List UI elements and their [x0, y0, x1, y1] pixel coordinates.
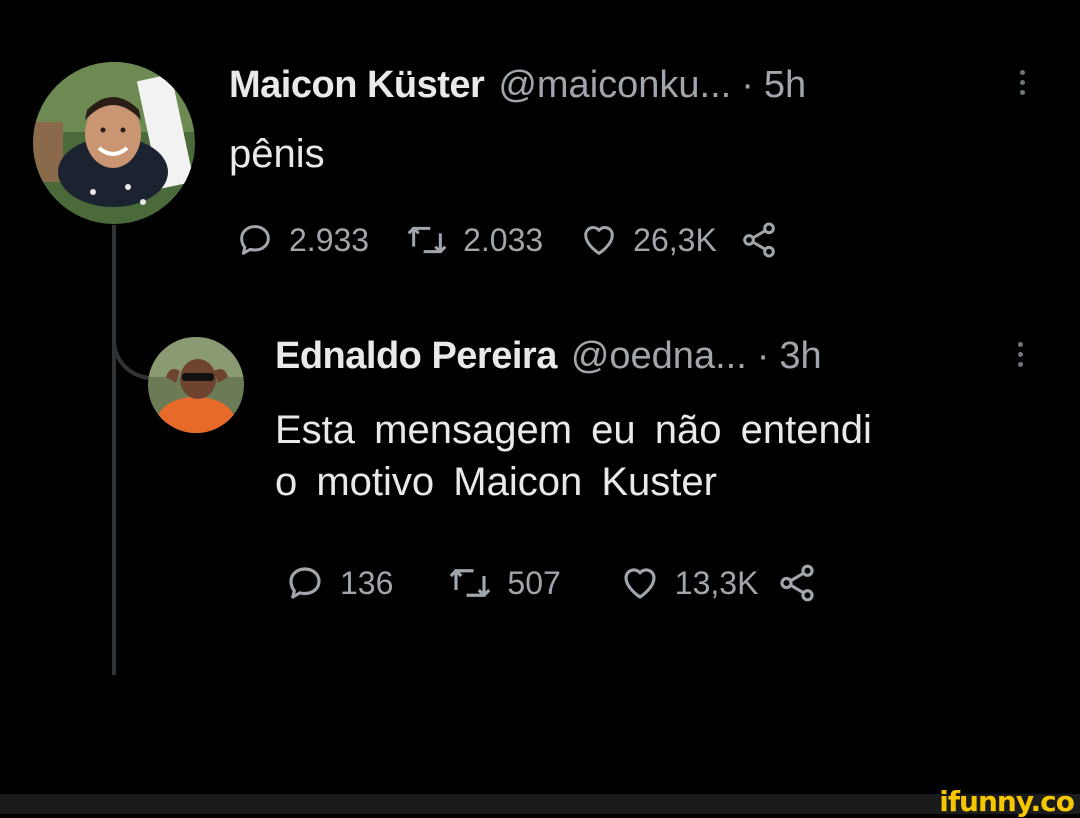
reply-text-line: Esta mensagem eu não entendi: [275, 408, 872, 452]
share-icon: [780, 564, 815, 602]
retweet-count: 2.033: [463, 221, 544, 258]
heart-icon: [584, 226, 614, 255]
heart-icon: [624, 568, 656, 599]
tweet-actions: 2.933 2.033 26,3K: [235, 220, 779, 260]
author-avatar[interactable]: [33, 62, 195, 224]
tweet-text: pênis: [229, 132, 325, 176]
share-icon: [742, 222, 775, 258]
tweet-timestamp[interactable]: 5h: [764, 64, 806, 107]
reply-icon: [289, 567, 321, 599]
reply-like-count: 13,3K: [674, 564, 759, 601]
reply-retweet-button[interactable]: 507: [447, 562, 561, 604]
tweet-thread: Maicon Küster @maiconku... · 5h pênis 2.…: [0, 0, 1080, 794]
ifunny-watermark: ifunny.co: [939, 785, 1075, 818]
reply-icon: [240, 225, 270, 255]
watermark-bar: [0, 794, 1080, 814]
reply-timestamp[interactable]: 3h: [779, 335, 821, 378]
retweet-button[interactable]: 2.033: [405, 220, 543, 260]
like-count: 26,3K: [633, 221, 717, 258]
reply-reply-count: 136: [340, 564, 394, 601]
thread-connector-curve: [112, 300, 152, 380]
reply-count: 2.933: [289, 221, 370, 258]
reply-more-options-icon[interactable]: [1018, 342, 1024, 367]
reply-retweet-count: 507: [507, 564, 561, 601]
share-button[interactable]: [739, 220, 779, 260]
reply-actions: 136 507 13,3K: [284, 562, 818, 604]
more-options-icon[interactable]: [1020, 70, 1026, 95]
reply-text-line: o motivo Maicon Kuster: [275, 460, 717, 504]
tweet-header: Maicon Küster @maiconku... · 5h: [229, 64, 806, 107]
reply-header: Ednaldo Pereira @oedna... · 3h: [275, 335, 822, 378]
reply-share-button[interactable]: [776, 562, 818, 604]
reply-author-name[interactable]: Ednaldo Pereira: [275, 335, 557, 378]
thread-connector-line: [112, 225, 116, 675]
retweet-icon: [450, 569, 491, 597]
reply-header-separator: ·: [756, 335, 770, 377]
reply-button[interactable]: 2.933: [235, 220, 369, 260]
author-handle[interactable]: @maiconku...: [498, 64, 731, 107]
reply-author-handle[interactable]: @oedna...: [571, 335, 747, 378]
header-separator: ·: [741, 64, 754, 106]
like-button[interactable]: 26,3K: [579, 220, 717, 260]
reply-like-button[interactable]: 13,3K: [619, 562, 759, 604]
author-name[interactable]: Maicon Küster: [229, 64, 485, 107]
reply-text: Esta mensagem eu não entendi o motivo Ma…: [275, 404, 1055, 508]
retweet-icon: [407, 226, 447, 254]
reply-reply-button[interactable]: 136: [284, 562, 393, 604]
reply-author-avatar[interactable]: [148, 337, 244, 433]
